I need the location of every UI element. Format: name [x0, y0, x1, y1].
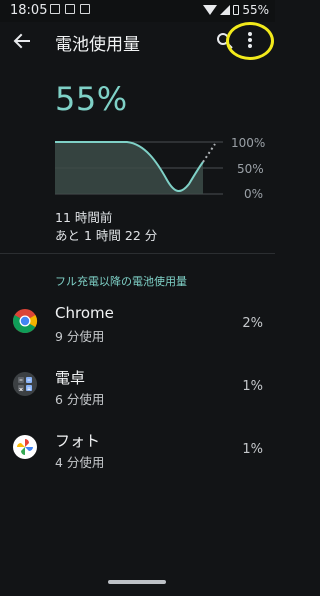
wifi-icon: [203, 5, 218, 15]
chart-label-50: 50%: [237, 162, 264, 176]
app-usage: 6 分使用: [55, 392, 105, 407]
app-percent: 1%: [242, 442, 263, 457]
chrome-icon: [12, 308, 38, 334]
chart-label-100: 100%: [231, 136, 266, 150]
photos-icon: [12, 434, 38, 460]
status-right: 55%: [203, 3, 269, 17]
app-row-photos[interactable]: フォト 4 分使用 1%: [0, 424, 275, 476]
calendar-icon: [65, 4, 75, 14]
gesture-nav-handle[interactable]: [108, 580, 166, 584]
app-row-calculator[interactable]: 電卓 6 分使用 1%: [0, 361, 275, 413]
notification-icons: [50, 4, 90, 14]
battery-usage-chart: 100% 50% 0%: [55, 132, 267, 202]
app-percent: 2%: [242, 316, 263, 331]
section-title: フル充電以降の電池使用量: [55, 275, 187, 288]
app-name: 電卓: [55, 369, 86, 387]
battery-level: 55%: [55, 80, 128, 118]
app-usage: 9 分使用: [55, 329, 105, 344]
remaining-time-label: あと 1 時間 22 分: [55, 228, 158, 243]
battery-icon: [233, 5, 240, 15]
more-vert-icon[interactable]: [244, 28, 256, 52]
image-icon: [50, 4, 60, 14]
time-ago-label: 11 時間前: [55, 210, 113, 225]
app-name: Chrome: [55, 304, 114, 322]
app-row-chrome[interactable]: Chrome 9 分使用 2%: [0, 298, 275, 350]
signal-icon: [220, 5, 231, 15]
app-usage: 4 分使用: [55, 455, 105, 470]
mail-icon: [80, 4, 90, 14]
status-time: 18:05: [10, 3, 48, 18]
back-arrow-icon[interactable]: [10, 29, 34, 53]
app-name: フォト: [55, 432, 101, 450]
calculator-icon: [12, 371, 38, 397]
page-title: 電池使用量: [55, 35, 140, 55]
status-bar: 18:05 55%: [0, 0, 275, 22]
divider: [0, 253, 275, 254]
status-battery-percent: 55%: [242, 3, 269, 17]
app-percent: 1%: [242, 379, 263, 394]
chart-label-0: 0%: [244, 187, 264, 201]
app-bar: 電池使用量: [0, 22, 275, 60]
